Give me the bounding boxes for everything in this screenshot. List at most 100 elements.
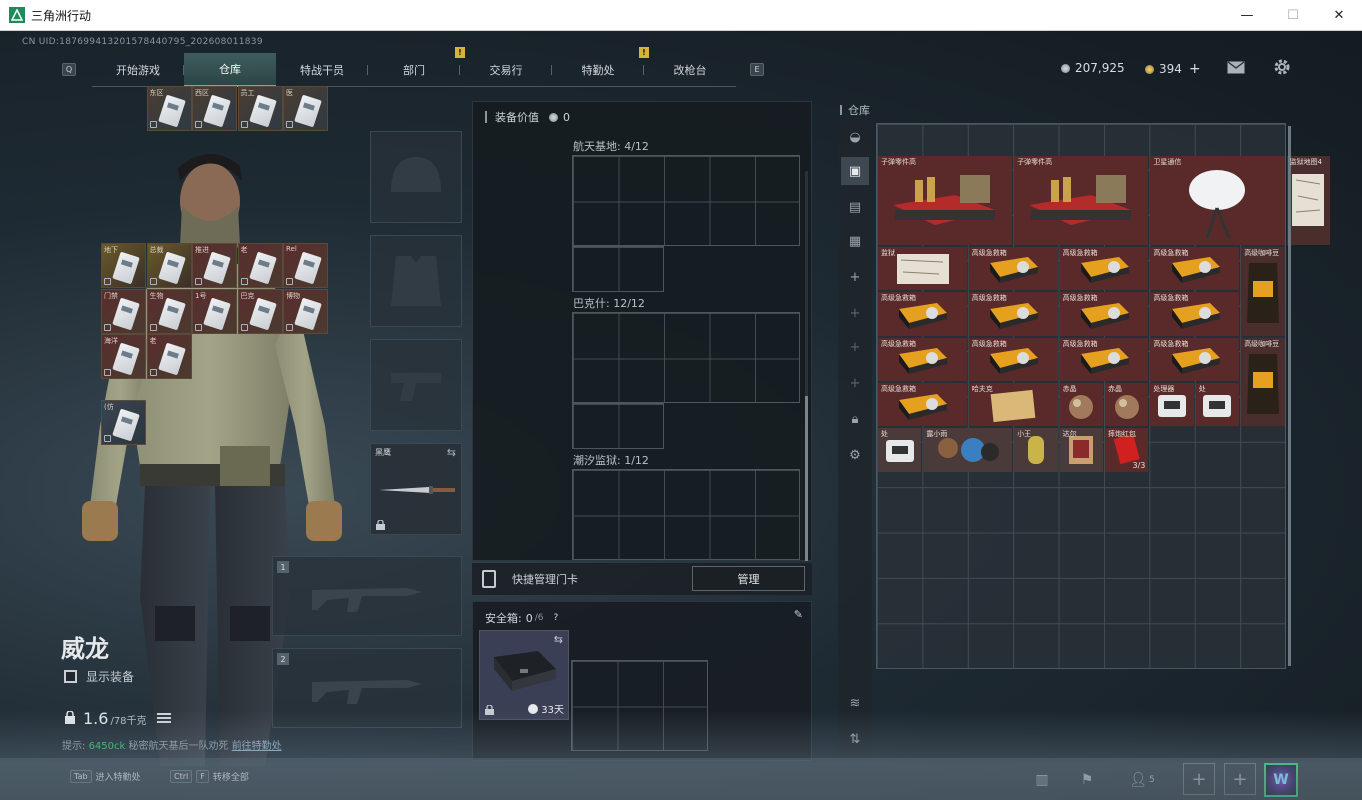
list-icon[interactable] xyxy=(156,712,171,724)
manage-button[interactable]: 管理 xyxy=(692,566,805,591)
keycard-item[interactable]: 海洋 xyxy=(101,334,146,379)
warehouse-item[interactable]: 子弹零件高 xyxy=(1014,156,1149,245)
invite-slot-button[interactable]: + xyxy=(1183,763,1215,795)
sort-icon[interactable]: ⇅ xyxy=(841,725,869,753)
add-tab-icon[interactable]: + xyxy=(841,333,869,361)
show-gear-toggle[interactable]: 显示装备 xyxy=(64,668,134,685)
pin-icon[interactable]: ✎ xyxy=(794,608,803,621)
keycard-scrollbar[interactable] xyxy=(805,171,808,561)
gear-icon[interactable] xyxy=(1272,59,1292,75)
tab-gunsmith[interactable]: 改枪台 xyxy=(644,53,736,87)
minimize-button[interactable]: — xyxy=(1224,0,1270,31)
swap-icon[interactable]: ⇆ xyxy=(554,633,563,646)
stats-icon[interactable]: ▥ xyxy=(1030,769,1054,791)
warehouse-item[interactable]: 高级急救箱 xyxy=(968,246,1058,291)
mail-icon[interactable] xyxy=(1226,59,1246,75)
warehouse-item[interactable]: 高级急救箱 xyxy=(968,337,1058,381)
warehouse-item[interactable]: 小王 xyxy=(1014,428,1058,472)
helmet-slot[interactable] xyxy=(370,131,462,223)
warehouse-item[interactable]: 卫星通信 xyxy=(1150,156,1285,245)
keycard-filter-icon[interactable]: ▣ xyxy=(841,157,869,185)
warehouse-item[interactable]: 高级急救箱 xyxy=(1150,292,1240,336)
tab-trade[interactable]: 交易行 xyxy=(460,53,552,87)
warehouse-item[interactable]: 赤晶 xyxy=(1105,383,1149,427)
gear-icon[interactable]: ⚙ xyxy=(841,441,869,469)
avatar[interactable]: W xyxy=(1264,763,1298,797)
warehouse-item[interactable]: 赤晶 xyxy=(1059,383,1103,427)
warehouse-item[interactable]: 高级急救箱 xyxy=(1150,246,1240,291)
keycard-item[interactable]: 推进 xyxy=(192,243,237,288)
warehouse-item[interactable]: 高级咖啡豆 xyxy=(1241,337,1285,427)
safebox-item[interactable]: ⇆ 33天 xyxy=(479,630,569,720)
invite-slot-button[interactable]: + xyxy=(1224,763,1256,795)
add-tab-icon[interactable]: + xyxy=(841,299,869,327)
warehouse-item[interactable]: 哈夫克 xyxy=(968,383,1058,427)
warehouse-item[interactable]: 露小雨 xyxy=(923,428,1013,472)
keycard-item[interactable]: (仿 xyxy=(101,400,146,445)
tab-department[interactable]: 部门! xyxy=(368,47,465,87)
keycard-item[interactable]: 生物 xyxy=(146,288,192,334)
maximize-button[interactable]: ☐ xyxy=(1270,0,1316,31)
help-icon[interactable]: ? xyxy=(553,613,558,623)
status-link[interactable]: 前往特勤处 xyxy=(232,741,282,752)
transfer-all-hint[interactable]: Ctrl F 转移全部 xyxy=(170,770,249,783)
warehouse-item[interactable]: 处 xyxy=(878,428,922,472)
warehouse-item[interactable]: 高级咖啡豆 xyxy=(1241,246,1285,336)
keycard-item[interactable]: 东区 xyxy=(146,86,192,131)
warehouse-item[interactable]: 高级急救箱 xyxy=(968,292,1058,336)
primary-weapon-slot-1[interactable]: 1 xyxy=(272,556,462,636)
add-currency-button[interactable]: + xyxy=(1189,61,1201,77)
melee-slot[interactable]: 黑鹰 ⇆ xyxy=(370,443,462,535)
tab-warehouse[interactable]: 仓库 xyxy=(184,53,276,87)
warehouse-item[interactable]: 处理器 xyxy=(1150,383,1194,427)
warehouse-item[interactable]: 处 xyxy=(1195,383,1240,427)
expand-filter-icon[interactable]: ▦ xyxy=(841,227,869,255)
primary-weapon-slot-2[interactable]: 2 xyxy=(272,648,462,728)
enter-special-ops-hint[interactable]: Tab 进入特勤处 xyxy=(70,770,141,783)
warehouse-scrollbar[interactable] xyxy=(1288,126,1291,666)
tab-operators[interactable]: 特战干员 xyxy=(276,53,368,87)
keycard-item[interactable]: 博物 xyxy=(283,288,328,334)
keycard-item[interactable]: 老 xyxy=(237,243,283,288)
warehouse-item[interactable]: 高级急救箱 xyxy=(878,337,967,381)
keycard-item[interactable]: 总裁 xyxy=(146,243,192,288)
warehouse-item[interactable]: 高级急救箱 xyxy=(1059,337,1149,381)
keycard-item[interactable]: 1号 xyxy=(192,288,237,334)
pistol-slot[interactable] xyxy=(370,339,462,431)
tab-special-ops[interactable]: 特勤处! xyxy=(552,47,649,87)
keycard-item[interactable]: 巴克 xyxy=(237,288,283,334)
scrollbar-thumb[interactable] xyxy=(1288,126,1291,666)
weight-value: 1.6 xyxy=(83,709,109,728)
armor-slot[interactable] xyxy=(370,235,462,327)
keycard-item[interactable]: Rel xyxy=(283,243,328,288)
warehouse-item[interactable]: 高级急救箱 xyxy=(878,383,967,427)
keycard-item[interactable]: 门禁 xyxy=(101,288,146,334)
layers-icon[interactable]: ≋ xyxy=(841,689,869,717)
helmet-filter-icon[interactable]: ◒ xyxy=(841,123,869,151)
warehouse-item[interactable]: 监狱 xyxy=(878,246,967,291)
warehouse-item[interactable]: 高级急救箱 xyxy=(1059,292,1149,336)
warehouse-item[interactable]: 高级急救箱 xyxy=(878,292,967,336)
keycard-item[interactable]: 医 xyxy=(283,86,328,131)
warehouse-item[interactable]: 监狱地图4 xyxy=(1286,156,1330,245)
show-gear-checkbox[interactable] xyxy=(64,670,77,683)
add-tab-icon[interactable]: + xyxy=(841,263,869,291)
warehouse-item[interactable]: 高级急救箱 xyxy=(1059,246,1149,291)
swap-icon[interactable]: ⇆ xyxy=(447,446,456,459)
warehouse-item[interactable]: 子弹零件高 xyxy=(878,156,1013,245)
friends-icon[interactable]: 👤︎ 5 xyxy=(1125,769,1159,791)
add-tab-icon[interactable]: + xyxy=(841,369,869,397)
flag-icon[interactable]: ⚑ xyxy=(1075,769,1099,791)
lock-icon[interactable]: 🔒︎ xyxy=(841,405,869,433)
keycard-item[interactable]: 西区 xyxy=(192,86,237,131)
warehouse-item[interactable]: 摔炮红包 3/3 xyxy=(1105,428,1149,472)
keycard-item[interactable]: 员工 xyxy=(237,86,283,131)
warehouse-item[interactable]: 高级急救箱 xyxy=(1150,337,1240,381)
scrollbar-thumb[interactable] xyxy=(805,396,808,561)
warehouse-item[interactable]: 达尔 xyxy=(1059,428,1103,472)
close-button[interactable]: ✕ xyxy=(1316,0,1362,31)
keycard-item[interactable]: 地下 xyxy=(101,243,146,288)
container-filter-icon[interactable]: ▤ xyxy=(841,193,869,221)
tab-start-game[interactable]: 开始游戏 xyxy=(92,53,184,87)
keycard-item[interactable]: 老 xyxy=(146,334,192,379)
